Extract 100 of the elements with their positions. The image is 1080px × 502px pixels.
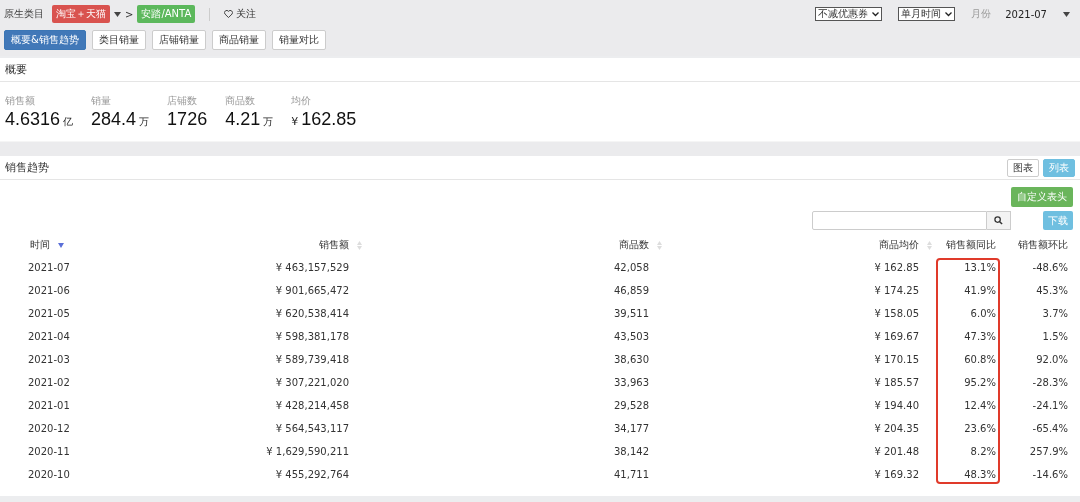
metric-value: 4.21 [225,109,261,130]
table-cell-text: 42,058 [613,262,650,273]
table-cell-text: ¥ 201.48 [873,446,920,457]
metric-unit: 万 [139,115,150,129]
metric-label: 销售额 [5,94,36,108]
table-cell-text: ¥ 455,292,764 [274,469,350,480]
tab[interactable]: 概要&销售趋势 [4,30,86,50]
table-cell-text: 1.5% [1041,331,1069,342]
view-button[interactable]: 图表 [1007,158,1039,177]
heart-icon [224,10,234,18]
table-cell-text: 2020-12 [27,423,71,434]
metric-label: 店铺数 [167,94,199,108]
section-title: 销售趋势 [5,160,49,175]
caret-icon[interactable] [114,11,121,17]
search-icon [994,216,1003,225]
month-value[interactable]: 2021-07 [1005,8,1047,20]
table-cell-text: ¥ 194.40 [873,400,920,411]
table-cell-text: 2021-06 [27,285,71,296]
table-cell-text: ¥ 620,538,414 [274,308,350,319]
table-cell-text: 2020-10 [27,469,71,480]
table-cell-text: ¥ 158.05 [873,308,920,319]
table-cell-text: ¥ 598,381,178 [274,331,350,342]
column-header[interactable]: 时间 [30,238,50,252]
metric-label: 均价 [291,94,313,108]
tab[interactable]: 店铺销量 [151,30,206,50]
metric-value: 1726 [167,109,208,130]
currency-sign: ¥ [291,115,299,128]
table-cell-text: ¥ 204.35 [873,423,920,434]
table-cell-text: 39,511 [613,308,650,319]
metric-unit: 亿 [63,115,74,129]
table-cell-text: 23.6% [963,423,997,434]
category-label: 原生类目 [4,7,44,21]
table-cell-text: 38,142 [613,446,650,457]
column-header[interactable]: 销售额同比 [946,238,996,252]
table-cell-text: 33,963 [613,377,650,388]
sort-icon[interactable] [58,242,64,248]
table-cell-text: 34,177 [613,423,650,434]
table-cell-text: 45.3% [1035,285,1069,296]
metric-unit: 万 [263,115,274,129]
table-cell-text: 2021-03 [27,354,71,365]
table-cell-text: ¥ 428,214,458 [274,400,350,411]
table-cell-text: 43,503 [613,331,650,342]
table-cell-text: 2021-02 [27,377,71,388]
table-cell-text: 3.7% [1041,308,1069,319]
section-title: 概要 [5,62,27,77]
table-cell-text: -24.1% [1031,400,1069,411]
metric-label: 商品数 [225,94,257,108]
table-cell-text: 95.2% [963,377,997,388]
table-cell-text: ¥ 463,157,529 [274,262,350,273]
column-header[interactable]: 销售额环比 [1018,238,1068,252]
metric-value: 4.6316 [5,109,61,130]
table-cell-text: 2020-11 [27,446,71,457]
table-cell-text: 47.3% [963,331,997,342]
search-button[interactable] [987,211,1011,230]
table-cell-text: 2021-01 [27,400,71,411]
table-cell-text: ¥ 1,629,590,211 [265,446,350,457]
table-cell-text: ¥ 185.57 [873,377,920,388]
caret-icon[interactable] [1063,11,1070,17]
tab[interactable]: 销量对比 [271,30,326,50]
metric-value: 162.85 [301,109,357,130]
dropdown-select[interactable]: 单月时间 [898,7,956,21]
dropdown-select[interactable]: 不减优惠券 [815,7,883,21]
table-cell-text: 12.4% [963,400,997,411]
table-cell-text: ¥ 162.85 [873,262,920,273]
tab[interactable]: 商品销量 [211,30,266,50]
platform-tag[interactable]: 淘宝＋天猫 [52,5,110,23]
column-header[interactable]: 商品均价 [879,238,919,252]
table-cell-text: ¥ 170.15 [873,354,920,365]
table-cell-text: ¥ 169.32 [873,469,920,480]
table-cell-text: 2021-04 [27,331,71,342]
column-header[interactable]: 商品数 [619,238,649,252]
table-cell-text: -28.3% [1031,377,1069,388]
tab[interactable]: 类目销量 [91,30,146,50]
table-cell-text: 8.2% [969,446,997,457]
table-cell-text: -14.6% [1031,469,1069,480]
follow-link[interactable]: 关注 [224,7,257,21]
separator: > [125,8,134,20]
table-cell-text: 60.8% [963,354,997,365]
column-header[interactable]: 销售额 [319,238,349,252]
table-cell-text: 2021-05 [27,308,71,319]
table-cell-text: ¥ 901,665,472 [274,285,350,296]
table-cell-text: ¥ 169.67 [873,331,920,342]
table-cell-text: -65.4% [1031,423,1069,434]
table-cell-text: 13.1% [963,262,997,273]
month-label: 月份 [971,7,992,21]
table-cell-text: 29,528 [613,400,650,411]
search-field[interactable] [812,211,1011,230]
table-cell-text: 2021-07 [27,262,71,273]
table-cell-text: 257.9% [1028,446,1069,457]
table-cell-text: -48.6% [1031,262,1069,273]
chevron-icon [872,11,880,17]
table-cell-text: 6.0% [969,308,997,319]
table-cell-text: 48.3% [963,469,997,480]
table-cell-text: 41,711 [613,469,650,480]
metric-label: 销量 [91,94,113,108]
table-cell-text: ¥ 307,221,020 [274,377,350,388]
table-cell-text: 38,630 [613,354,650,365]
table-cell-text: 46,859 [613,285,650,296]
table-cell-text: 92.0% [1035,354,1069,365]
table-cell-text: 41.9% [963,285,997,296]
